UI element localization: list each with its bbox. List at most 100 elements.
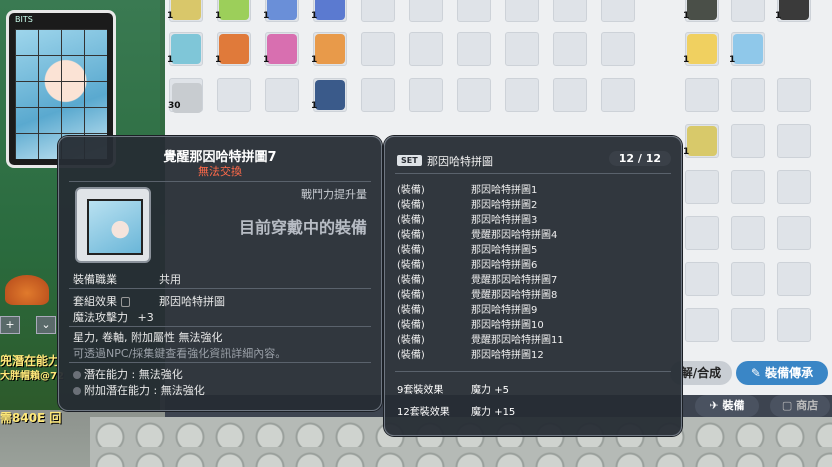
inventory-slot[interactable]: 1: [167, 0, 203, 22]
frame-label: BITS: [15, 15, 33, 24]
inventory-slot[interactable]: 1: [683, 124, 719, 158]
inventory-slot[interactable]: 1: [215, 0, 251, 22]
list-item: (裝備) 覺醒那因哈特拼圖4: [397, 226, 667, 241]
plus-button[interactable]: +: [0, 316, 20, 334]
inventory-slot[interactable]: 1: [311, 0, 347, 22]
inventory-slot[interactable]: [409, 78, 443, 112]
inventory-slot[interactable]: [777, 308, 811, 342]
item-icon: [267, 34, 297, 64]
inventory-slot[interactable]: [731, 0, 765, 22]
inventory-slot[interactable]: 30: [168, 78, 203, 113]
divider: [395, 173, 671, 174]
item-name: 那因哈特拼圖5: [471, 245, 538, 256]
set-name: 那因哈特拼圖: [427, 155, 493, 168]
inventory-slot[interactable]: [505, 0, 539, 22]
inventory-slot[interactable]: [685, 308, 719, 342]
item-qty: 30: [168, 101, 181, 111]
shop-button[interactable]: ▢ 商店: [770, 395, 830, 417]
effect9-stat: 魔力: [471, 385, 491, 396]
inventory-slot[interactable]: [217, 78, 251, 112]
item-icon: [687, 126, 717, 156]
inventory-slot[interactable]: 1: [263, 32, 299, 66]
item-name: 那因哈特拼圖9: [471, 305, 538, 316]
inventory-slot[interactable]: [731, 262, 765, 296]
set-effect-12: 12套裝效果 魔力 +15: [397, 403, 515, 418]
inventory-slot[interactable]: [777, 124, 811, 158]
potential-row: 潛在能力 : 無法強化: [73, 366, 183, 382]
equip-transfer-button[interactable]: ✎ 裝備傳承: [736, 361, 828, 385]
item-qty: 1: [311, 55, 318, 65]
item-icon-box: [75, 187, 151, 263]
item-qty: 1: [729, 55, 736, 65]
inventory-slot[interactable]: [731, 308, 765, 342]
inventory-slot[interactable]: [409, 32, 443, 66]
inventory-slot[interactable]: [265, 78, 299, 112]
inventory-slot[interactable]: [361, 0, 395, 22]
chevron-down-button[interactable]: ⌄: [36, 316, 56, 334]
item-qty: 1: [311, 11, 318, 21]
set-effect-value: 那因哈特拼圖: [159, 295, 225, 308]
hint-text: 可透過NPC/採集鍵查看強化資訊詳細內容。: [73, 347, 287, 360]
inventory-slot[interactable]: [457, 78, 491, 112]
inventory-slot[interactable]: 1: [775, 0, 811, 22]
item-qty: 1: [263, 11, 270, 21]
inventory-slot[interactable]: [685, 78, 719, 112]
item-type: (裝備): [397, 185, 425, 196]
divider: [69, 288, 371, 289]
item-icon: [171, 0, 201, 20]
shop-label: 商店: [796, 399, 819, 412]
inventory-slot[interactable]: [685, 262, 719, 296]
add-potential-icon: [73, 387, 81, 395]
item-tooltip: 覺醒那因哈特拼圖7 無法交換 戰鬥力提升量 目前穿戴中的裝備 裝備職業 共用 套…: [58, 136, 382, 411]
item-qty: 1: [683, 55, 690, 65]
inventory-slot[interactable]: 1: [729, 32, 765, 66]
inventory-slot[interactable]: [685, 170, 719, 204]
inventory-slot[interactable]: [731, 78, 765, 112]
inventory-slot[interactable]: [553, 78, 587, 112]
inventory-slot[interactable]: [777, 170, 811, 204]
inventory-slot[interactable]: [553, 0, 587, 22]
item-icon: [315, 80, 345, 110]
inventory-slot[interactable]: [777, 262, 811, 296]
inventory-slot[interactable]: [601, 78, 635, 112]
set-badge: SET: [397, 155, 422, 166]
inventory-slot[interactable]: [457, 32, 491, 66]
lock-icon: [121, 297, 130, 307]
potential-icon: [73, 371, 81, 379]
inventory-slot[interactable]: [731, 124, 765, 158]
inventory-slot[interactable]: [361, 78, 395, 112]
inventory-slot[interactable]: 1: [215, 32, 251, 66]
inventory-slot[interactable]: [601, 0, 635, 22]
item-type: (裝備): [397, 245, 425, 256]
inventory-slot[interactable]: [731, 216, 765, 250]
inventory-slot[interactable]: [409, 0, 443, 22]
inventory-slot[interactable]: 1: [683, 32, 719, 66]
job-value: 共用: [159, 273, 181, 286]
item-qty: 1: [683, 11, 690, 21]
inventory-slot[interactable]: [777, 216, 811, 250]
inventory-slot[interactable]: [457, 0, 491, 22]
item-qty: 1: [775, 11, 782, 21]
inventory-slot[interactable]: [777, 78, 811, 112]
inventory-slot[interactable]: 1: [683, 0, 719, 22]
inventory-slot[interactable]: [685, 216, 719, 250]
inventory-slot[interactable]: 1: [311, 32, 347, 66]
inventory-slot[interactable]: [553, 32, 587, 66]
item-icon: [267, 0, 297, 20]
inventory-slot[interactable]: 1: [167, 32, 203, 66]
inventory-slot[interactable]: [361, 32, 395, 66]
inventory-slot[interactable]: [601, 32, 635, 66]
item-type: (裝備): [397, 320, 425, 331]
inventory-slot[interactable]: [505, 78, 539, 112]
inventory-slot[interactable]: [505, 32, 539, 66]
list-item: (裝備) 覺醒那因哈特拼圖11: [397, 331, 667, 346]
inventory-slot[interactable]: 1: [263, 0, 299, 22]
item-type: (裝備): [397, 260, 425, 271]
effect12-value: +15: [494, 407, 516, 418]
item-name: 那因哈特拼圖12: [471, 350, 544, 361]
set-count: 12 / 12: [608, 151, 671, 166]
item-type: (裝備): [397, 230, 425, 241]
inventory-slot[interactable]: [731, 170, 765, 204]
equip-button[interactable]: ✈ 裝備: [695, 395, 759, 417]
inventory-slot[interactable]: 1: [311, 78, 347, 112]
